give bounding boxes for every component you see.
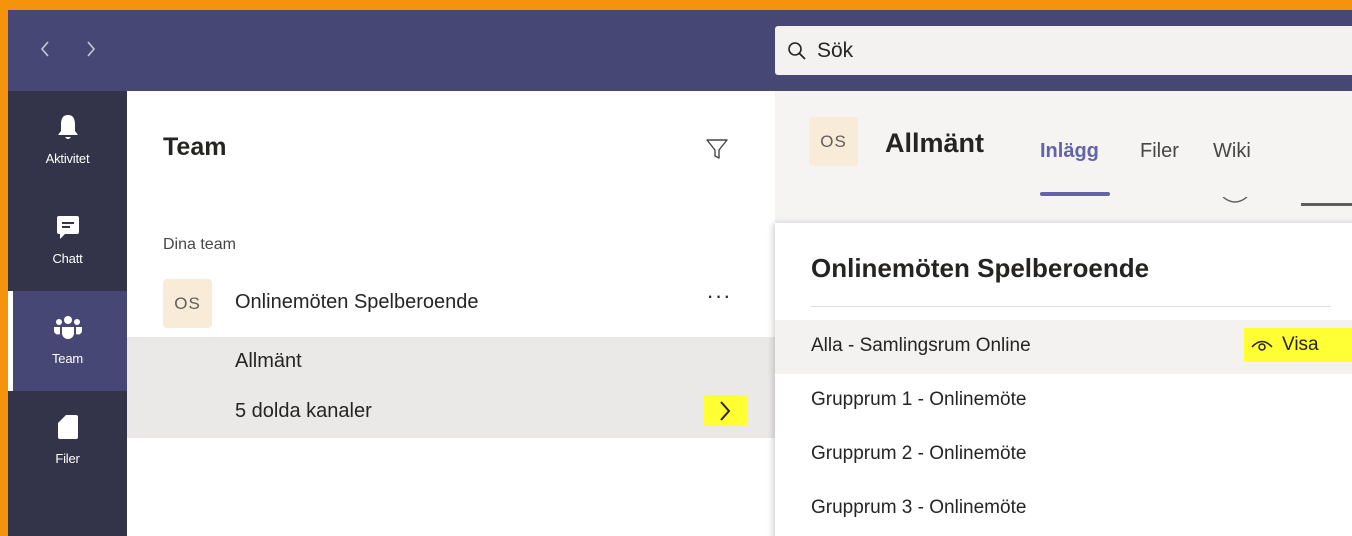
rail-label: Team xyxy=(52,351,83,366)
expand-hidden-channels-button[interactable] xyxy=(703,396,747,426)
rail-item-activity[interactable]: Aktivitet xyxy=(8,91,127,191)
chevron-right-icon xyxy=(720,401,731,421)
search-box[interactable] xyxy=(775,26,1352,75)
chevron-left-icon xyxy=(40,41,49,57)
active-tab-indicator xyxy=(1040,192,1110,196)
channel-item-allmant[interactable]: Allmänt xyxy=(127,337,775,387)
forward-button[interactable] xyxy=(80,34,102,64)
teams-icon xyxy=(8,313,127,341)
chevron-right-icon xyxy=(87,41,96,57)
rail-item-files[interactable]: Filer xyxy=(8,391,127,491)
more-options-icon[interactable]: ··· xyxy=(701,283,737,313)
hidden-channels-item[interactable]: 5 dolda kanaler xyxy=(127,387,775,437)
eye-icon xyxy=(1251,340,1273,351)
channel-title: Allmänt xyxy=(885,128,985,158)
team-avatar: OS xyxy=(163,279,212,328)
tab-posts[interactable]: Inlägg xyxy=(1040,140,1099,163)
flyout-title: Onlinemöten Spelberoende xyxy=(811,253,1150,283)
file-icon xyxy=(8,413,127,441)
team-avatar: OS xyxy=(809,117,858,166)
back-button[interactable] xyxy=(34,34,56,64)
obscured-message-fragment xyxy=(1222,197,1352,206)
channel-label: 5 dolda kanaler xyxy=(235,400,372,422)
show-label: Visa xyxy=(1282,334,1319,355)
divider xyxy=(811,306,1331,307)
team-item[interactable]: OS Onlinemöten Spelberoende ··· xyxy=(127,279,775,335)
title-bar xyxy=(8,10,1352,91)
rail-item-team[interactable]: Team xyxy=(8,291,127,391)
search-input[interactable] xyxy=(817,38,1317,63)
app-rail: Aktivitet Chatt Team Filer xyxy=(8,91,127,536)
hidden-channels-flyout: Onlinemöten Spelberoende Alla - Samlings… xyxy=(775,223,1352,536)
search-icon xyxy=(788,42,806,60)
team-name: Onlinemöten Spelberoende xyxy=(235,291,479,313)
hidden-channel-item[interactable]: Grupprum 3 - Onlinemöte xyxy=(775,482,1352,536)
rail-label: Aktivitet xyxy=(45,151,90,166)
channel-list: Allmänt 5 dolda kanaler xyxy=(127,337,775,438)
hidden-channel-item[interactable]: Grupprum 2 - Onlinemöte xyxy=(775,428,1352,482)
rail-item-chat[interactable]: Chatt xyxy=(8,191,127,291)
teams-window: Aktivitet Chatt Team Filer Team Dina tea… xyxy=(8,10,1352,536)
section-label: Dina team xyxy=(163,236,236,253)
channel-label: Alla - Samlingsrum Online xyxy=(811,335,1031,356)
page-title: Team xyxy=(163,133,227,161)
hidden-channel-item[interactable]: Grupprum 1 - Onlinemöte xyxy=(775,374,1352,428)
show-channel-button[interactable]: Visa xyxy=(1244,328,1352,362)
hidden-channel-item[interactable]: Alla - Samlingsrum Online Visa xyxy=(775,320,1352,374)
tab-files[interactable]: Filer xyxy=(1140,140,1179,163)
tab-wiki[interactable]: Wiki xyxy=(1213,140,1251,163)
rail-label: Filer xyxy=(55,451,80,466)
filter-icon[interactable] xyxy=(705,137,729,161)
channel-label: Grupprum 2 - Onlinemöte xyxy=(811,443,1027,464)
bell-icon xyxy=(8,113,127,141)
rail-label: Chatt xyxy=(52,251,83,266)
chat-icon xyxy=(8,213,127,241)
channel-label: Allmänt xyxy=(235,350,302,372)
teams-pane: Team Dina team OS Onlinemöten Spelberoen… xyxy=(127,91,775,536)
channel-label: Grupprum 1 - Onlinemöte xyxy=(811,389,1027,410)
channel-label: Grupprum 3 - Onlinemöte xyxy=(811,497,1027,518)
